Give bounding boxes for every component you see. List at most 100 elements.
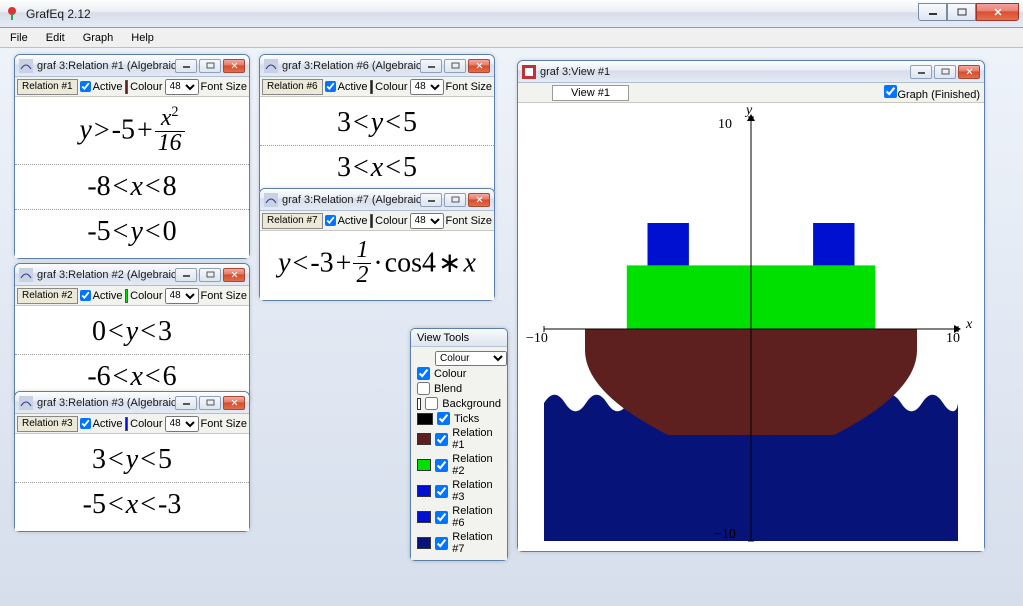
menu-edit[interactable]: Edit (38, 30, 73, 46)
view-tools-row-colour[interactable]: Colour (417, 366, 501, 381)
relation-3-titlebar[interactable]: graf 3:Relation #3 (Algebraic) (15, 392, 249, 414)
eq-row[interactable]: 0<y<3 (15, 310, 249, 355)
relation-7-titlebar[interactable]: graf 3:Relation #7 (Algebraic) (260, 189, 494, 211)
window-relation-2: graf 3:Relation #2 (Algebraic) Relation … (14, 263, 250, 404)
child-close-button[interactable] (223, 59, 245, 73)
relation-6-fontsize[interactable]: 48 (410, 79, 444, 95)
view-tools-row-rel3[interactable]: Relation #3 (417, 478, 501, 504)
view-tools-title[interactable]: View Tools (411, 329, 507, 347)
y-axis-label: y (746, 103, 752, 119)
window-maximize-button[interactable] (947, 3, 976, 21)
child-maximize-button[interactable] (199, 396, 221, 410)
relation-3-color-swatch[interactable] (125, 417, 129, 431)
menu-file[interactable]: File (2, 30, 36, 46)
child-minimize-button[interactable] (910, 65, 932, 79)
menu-help[interactable]: Help (123, 30, 162, 46)
graph-canvas[interactable]: y x 10 −10 10 −10 (518, 103, 984, 551)
relation-6-active[interactable]: Active (325, 81, 368, 93)
relation-1-active[interactable]: Active (80, 81, 123, 93)
relation-3-equations: 3<y<5 -5<x<-3 (15, 434, 249, 531)
relation-1-color-swatch[interactable] (125, 80, 129, 94)
relation-icon (19, 268, 33, 282)
fontsize-label: Font Size (201, 418, 247, 430)
view-icon (522, 65, 536, 79)
child-close-button[interactable] (468, 59, 490, 73)
colour-label: Colour (130, 290, 162, 302)
child-minimize-button[interactable] (175, 396, 197, 410)
relation-3-active[interactable]: Active (80, 418, 123, 430)
relation-3-button[interactable]: Relation #3 (17, 416, 78, 432)
eq-row[interactable]: y>-5+x216 (15, 101, 249, 165)
app-title: GrafEq 2.12 (26, 7, 918, 21)
view-tools-row-blend[interactable]: Blend (417, 381, 501, 396)
view-tools-row-rel2[interactable]: Relation #2 (417, 452, 501, 478)
relation-7-fontsize[interactable]: 48 (410, 213, 444, 229)
relation-2-equations: 0<y<3 -6<x<6 (15, 306, 249, 403)
child-close-button[interactable] (958, 65, 980, 79)
view-tools-panel[interactable]: View Tools Colour Colour Blend Backgroun… (410, 328, 508, 561)
relation-6-titlebar[interactable]: graf 3:Relation #6 (Algebraic) (260, 55, 494, 77)
window-relation-7: graf 3:Relation #7 (Algebraic) Relation … (259, 188, 495, 301)
child-close-button[interactable] (223, 268, 245, 282)
relation-1-button[interactable]: Relation #1 (17, 79, 78, 95)
eq-row[interactable]: 3<y<5 (260, 101, 494, 146)
view-tools-row-rel6[interactable]: Relation #6 (417, 504, 501, 530)
relation-2-button[interactable]: Relation #2 (17, 288, 78, 304)
eq-row[interactable]: -5<x<-3 (15, 483, 249, 527)
relation-7-active[interactable]: Active (325, 215, 368, 227)
eq-row[interactable]: 3<y<5 (15, 438, 249, 483)
fontsize-label: Font Size (201, 290, 247, 302)
eq-row[interactable]: -5<y<0 (15, 210, 249, 254)
child-maximize-button[interactable] (934, 65, 956, 79)
view-tools-mode-select[interactable]: Colour (435, 351, 507, 366)
child-close-button[interactable] (223, 396, 245, 410)
relation-2-color-swatch[interactable] (125, 289, 129, 303)
eq-row[interactable]: y<-3+12·cos4∗x (260, 235, 494, 296)
child-minimize-button[interactable] (420, 59, 442, 73)
view-tools-row-ticks[interactable]: Ticks (417, 411, 501, 426)
window-close-button[interactable] (976, 3, 1019, 21)
relation-3-fontsize[interactable]: 48 (165, 416, 199, 432)
fontsize-label: Font Size (446, 81, 492, 93)
relation-1-titlebar[interactable]: graf 3:Relation #1 (Algebraic) (15, 55, 249, 77)
view-tools-row-rel7[interactable]: Relation #7 (417, 530, 501, 556)
child-minimize-button[interactable] (420, 193, 442, 207)
relation-6-button[interactable]: Relation #6 (262, 79, 323, 95)
relation-6-toolbar: Relation #6 Active Colour 48 Font Size (260, 77, 494, 97)
view-tools-row-rel1[interactable]: Relation #1 (417, 426, 501, 452)
view-1-tab[interactable]: View #1 (552, 85, 629, 101)
window-relation-6: graf 3:Relation #6 (Algebraic) Relation … (259, 54, 495, 195)
relation-1-fontsize[interactable]: 48 (165, 79, 199, 95)
child-minimize-button[interactable] (175, 268, 197, 282)
relation-7-button[interactable]: Relation #7 (262, 213, 323, 229)
relation-icon (19, 396, 33, 410)
relation-7-title: graf 3:Relation #7 (Algebraic) (282, 194, 420, 206)
window-relation-3: graf 3:Relation #3 (Algebraic) Relation … (14, 391, 250, 532)
relation-2-titlebar[interactable]: graf 3:Relation #2 (Algebraic) (15, 264, 249, 286)
child-maximize-button[interactable] (199, 268, 221, 282)
child-minimize-button[interactable] (175, 59, 197, 73)
window-minimize-button[interactable] (918, 3, 947, 21)
relation-7-color-swatch[interactable] (370, 214, 374, 228)
relation-2-active[interactable]: Active (80, 290, 123, 302)
child-maximize-button[interactable] (199, 59, 221, 73)
region-relation-3 (648, 223, 689, 265)
child-maximize-button[interactable] (444, 59, 466, 73)
menu-graph[interactable]: Graph (75, 30, 122, 46)
view-tools-row-background[interactable]: Background (417, 396, 501, 411)
view-tools-body: Colour Colour Blend Background Ticks Rel… (411, 347, 507, 560)
view-1-titlebar[interactable]: graf 3:View #1 (518, 61, 984, 83)
eq-row[interactable]: 3<x<5 (260, 146, 494, 190)
region-relation-6 (813, 223, 854, 265)
view-1-tabbar: View #1 Graph (Finished) (518, 83, 984, 103)
relation-2-fontsize[interactable]: 48 (165, 288, 199, 304)
view-1-title: graf 3:View #1 (540, 66, 910, 78)
view-1-status[interactable]: Graph (Finished) (884, 85, 980, 101)
child-maximize-button[interactable] (444, 193, 466, 207)
relation-6-title: graf 3:Relation #6 (Algebraic) (282, 60, 420, 72)
relation-icon (264, 59, 278, 73)
eq-row[interactable]: -8<x<8 (15, 165, 249, 210)
child-close-button[interactable] (468, 193, 490, 207)
relation-6-color-swatch[interactable] (370, 80, 374, 94)
tick-label: −10 (714, 527, 736, 543)
